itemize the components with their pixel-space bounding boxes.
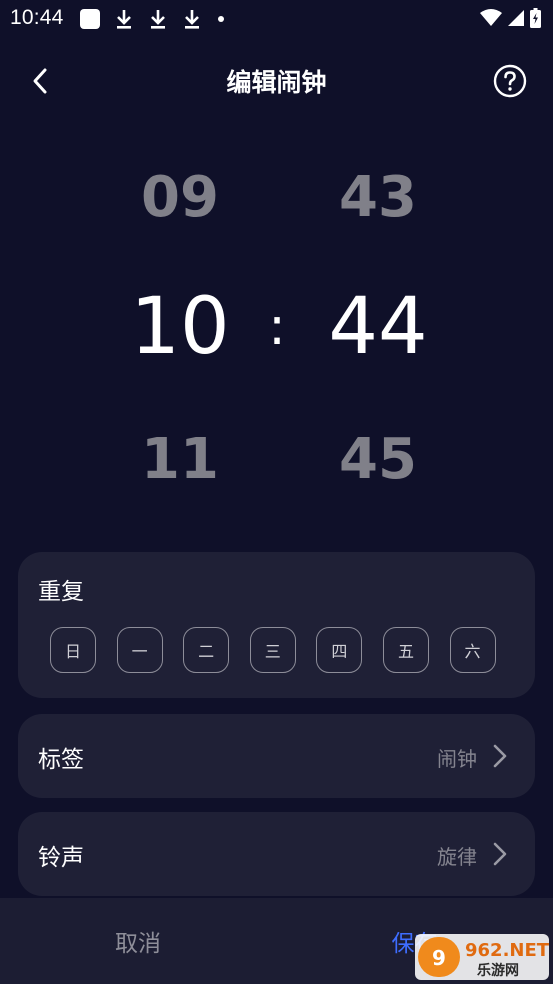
minute-selected[interactable]: 44 [278, 288, 478, 366]
repeat-title: 重复 [38, 579, 84, 605]
help-icon [493, 64, 527, 98]
label-row[interactable]: 标签 闹钟 [18, 714, 535, 798]
status-bar: 10:44 [0, 0, 553, 38]
hour-prev[interactable]: 09 [80, 170, 280, 226]
watermark-text-main: 962.NET [465, 940, 549, 961]
download-icon [151, 10, 165, 29]
watermark-logo: 9 962.NET 乐游网 [415, 934, 549, 980]
day-wednesday[interactable]: 三 [249, 627, 296, 673]
download-icon [185, 10, 199, 29]
day-friday[interactable]: 五 [382, 627, 429, 673]
status-time: 10:44 [10, 6, 64, 29]
day-tuesday[interactable]: 二 [183, 627, 230, 673]
system-icons [474, 7, 541, 29]
ringtone-value: 旋律 [437, 845, 477, 869]
help-button[interactable] [492, 63, 528, 99]
day-thursday[interactable]: 四 [316, 627, 363, 673]
chevron-right-icon [493, 842, 507, 866]
day-sunday[interactable]: 日 [50, 627, 96, 673]
download-icon [117, 10, 131, 29]
minute-next[interactable]: 45 [278, 432, 478, 488]
time-picker[interactable]: 09 10 11 : 43 44 45 [0, 150, 553, 520]
weekday-selector: 日 一 二 三 四 五 六 [50, 627, 496, 673]
wifi-icon [480, 9, 502, 26]
signal-icon [508, 10, 524, 26]
minute-prev[interactable]: 43 [278, 170, 478, 226]
repeat-card: 重复 日 一 二 三 四 五 六 [18, 552, 535, 698]
app-header: 编辑闹钟 [0, 50, 553, 112]
more-notifications-icon [218, 16, 224, 22]
watermark-text-sub: 乐游网 [477, 962, 519, 979]
cancel-button[interactable]: 取消 [0, 898, 276, 984]
notification-icons [80, 8, 224, 30]
bottom-action-bar: 取消 保存 9 962.NET 乐游网 [0, 898, 553, 984]
hour-selected[interactable]: 10 [80, 288, 280, 366]
ringtone-title: 铃声 [38, 845, 84, 871]
hour-next[interactable]: 11 [80, 432, 280, 488]
label-value: 闹钟 [437, 747, 477, 771]
svg-text:9: 9 [432, 946, 446, 970]
chevron-right-icon [493, 744, 507, 768]
page-title: 编辑闹钟 [226, 68, 327, 97]
label-title: 标签 [38, 747, 84, 773]
ringtone-row[interactable]: 铃声 旋律 [18, 812, 535, 896]
app-notification-icon [80, 9, 100, 29]
day-saturday[interactable]: 六 [449, 627, 496, 673]
battery-icon [530, 8, 541, 28]
day-monday[interactable]: 一 [116, 627, 163, 673]
